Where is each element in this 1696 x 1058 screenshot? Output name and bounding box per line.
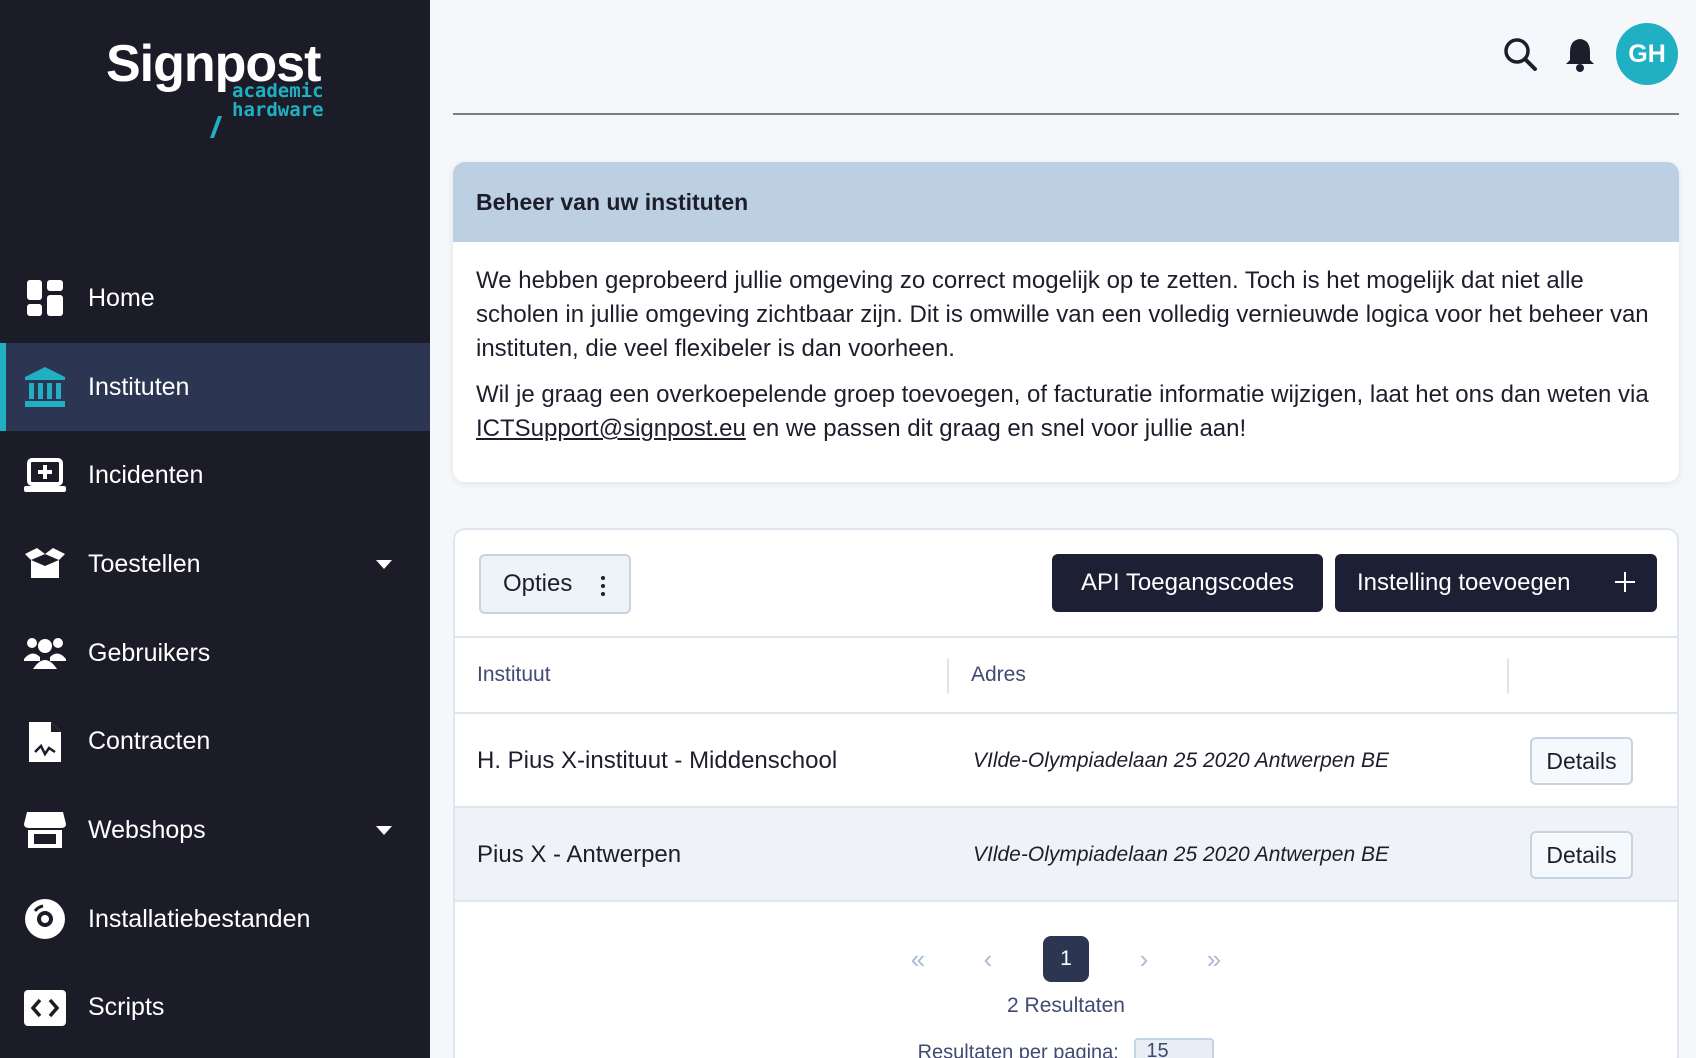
institution-name: Pius X - Antwerpen [477, 841, 682, 868]
sidebar-item-scripts[interactable]: Scripts [0, 964, 430, 1053]
add-institution-button[interactable]: Instelling toevoegen [1335, 554, 1657, 612]
first-page-icon[interactable]: « [895, 936, 941, 982]
api-access-codes-button[interactable]: API Toegangscodes [1052, 554, 1323, 612]
logo-subtitle: academic hardware [232, 82, 324, 120]
signpost-logo[interactable]: Signpost academic hardware [106, 34, 336, 138]
sidebar-item-label: Scripts [88, 993, 165, 1022]
header-divider [453, 113, 1679, 115]
table-row: Pius X - Antwerpen VIlde-Olympiadelaan 2… [455, 808, 1677, 902]
search-icon[interactable] [1502, 36, 1538, 72]
info-paragraph-2: Wil je graag een overkoepelende groep to… [476, 378, 1656, 446]
sidebar-item-incidenten[interactable]: Incidenten [0, 431, 430, 520]
prev-page-icon[interactable]: ‹ [965, 936, 1011, 982]
sidebar-item-label: Gebruikers [88, 638, 211, 667]
table-row: H. Pius X-instituut - Middenschool VIlde… [455, 714, 1677, 808]
column-header-adres[interactable]: Adres [971, 638, 1026, 712]
sidebar-item-label: Instituten [88, 372, 190, 401]
plus-icon [1615, 572, 1635, 592]
institution-icon [22, 364, 68, 410]
sidebar-item-toestellen[interactable]: Toestellen [0, 520, 430, 609]
details-button[interactable]: Details [1530, 831, 1633, 879]
sidebar-nav: Home Instituten Incidenten Toestellen Ge… [0, 254, 430, 1052]
current-page-button[interactable]: 1 [1043, 936, 1089, 982]
disc-icon [22, 896, 68, 942]
avatar[interactable]: GH [1616, 23, 1678, 85]
options-button[interactable]: Opties [479, 554, 631, 614]
details-button[interactable]: Details [1530, 737, 1633, 785]
info-paragraph-2-start: Wil je graag een overkoepelende groep to… [476, 381, 1649, 408]
sidebar-item-label: Home [88, 283, 155, 312]
store-icon [22, 807, 68, 853]
sidebar-item-label: Contracten [88, 727, 211, 756]
results-count: 2 Resultaten [1007, 994, 1125, 1017]
info-paragraph-2-end: en we passen dit graag en snel voor jull… [745, 415, 1247, 442]
per-page-select[interactable]: 15 [1134, 1038, 1215, 1058]
logo-slash [209, 116, 223, 138]
kebab-menu-icon [601, 576, 605, 600]
bell-icon[interactable] [1564, 36, 1600, 72]
laptop-plus-icon [22, 453, 68, 499]
options-button-label: Opties [503, 570, 573, 597]
per-page-label: Resultaten per pagina: [917, 1041, 1119, 1058]
last-page-icon[interactable]: » [1191, 936, 1237, 982]
sidebar-item-home[interactable]: Home [0, 254, 430, 343]
column-header-instituut[interactable]: Instituut [477, 638, 551, 712]
code-icon [22, 985, 68, 1031]
sidebar-item-gebruikers[interactable]: Gebruikers [0, 609, 430, 698]
contract-icon [22, 719, 68, 765]
pagination: « ‹ 1 › » [455, 930, 1677, 990]
sidebar-item-label: Toestellen [88, 549, 201, 578]
sidebar: Signpost academic hardware Home Institut… [0, 0, 430, 1058]
sidebar-item-installatiebestanden[interactable]: Installatiebestanden [0, 875, 430, 964]
logo-subtitle-line2: hardware [232, 99, 324, 121]
sidebar-item-webshops[interactable]: Webshops [0, 786, 430, 875]
support-email-link[interactable]: ICTSupport@signpost.eu [476, 415, 746, 442]
sidebar-item-contracten[interactable]: Contracten [0, 697, 430, 786]
info-card-body: We hebben geprobeerd jullie omgeving zo … [453, 242, 1679, 446]
institution-name: H. Pius X-instituut - Middenschool [477, 747, 838, 774]
info-card-title: Beheer van uw instituten [453, 162, 1679, 242]
table-header: Instituut Adres [455, 638, 1677, 714]
sidebar-item-label: Webshops [88, 815, 206, 844]
info-paragraph-1: We hebben geprobeerd jullie omgeving zo … [476, 267, 1649, 362]
institution-address: VIlde-Olympiadelaan 25 2020 Antwerpen BE [973, 749, 1389, 772]
users-icon [22, 630, 68, 676]
institution-address: VIlde-Olympiadelaan 25 2020 Antwerpen BE [973, 843, 1389, 866]
sidebar-item-label: Incidenten [88, 461, 204, 490]
chevron-down-icon[interactable] [376, 826, 392, 836]
column-divider [1507, 658, 1509, 694]
column-divider [947, 658, 949, 694]
box-open-icon [22, 541, 68, 587]
info-card: Beheer van uw instituten We hebben gepro… [453, 162, 1679, 482]
per-page-control: Resultaten per pagina: 15 [455, 1038, 1677, 1058]
sidebar-item-instituten[interactable]: Instituten [0, 342, 430, 432]
institutions-table-card: Opties API Toegangscodes Instelling toev… [453, 528, 1679, 1058]
chevron-down-icon[interactable] [376, 560, 392, 570]
add-institution-label: Instelling toevoegen [1357, 569, 1571, 596]
dashboard-icon [22, 275, 68, 321]
sidebar-item-label: Installatiebestanden [88, 904, 311, 933]
table-toolbar: Opties API Toegangscodes Instelling toev… [455, 530, 1677, 638]
next-page-icon[interactable]: › [1121, 936, 1167, 982]
